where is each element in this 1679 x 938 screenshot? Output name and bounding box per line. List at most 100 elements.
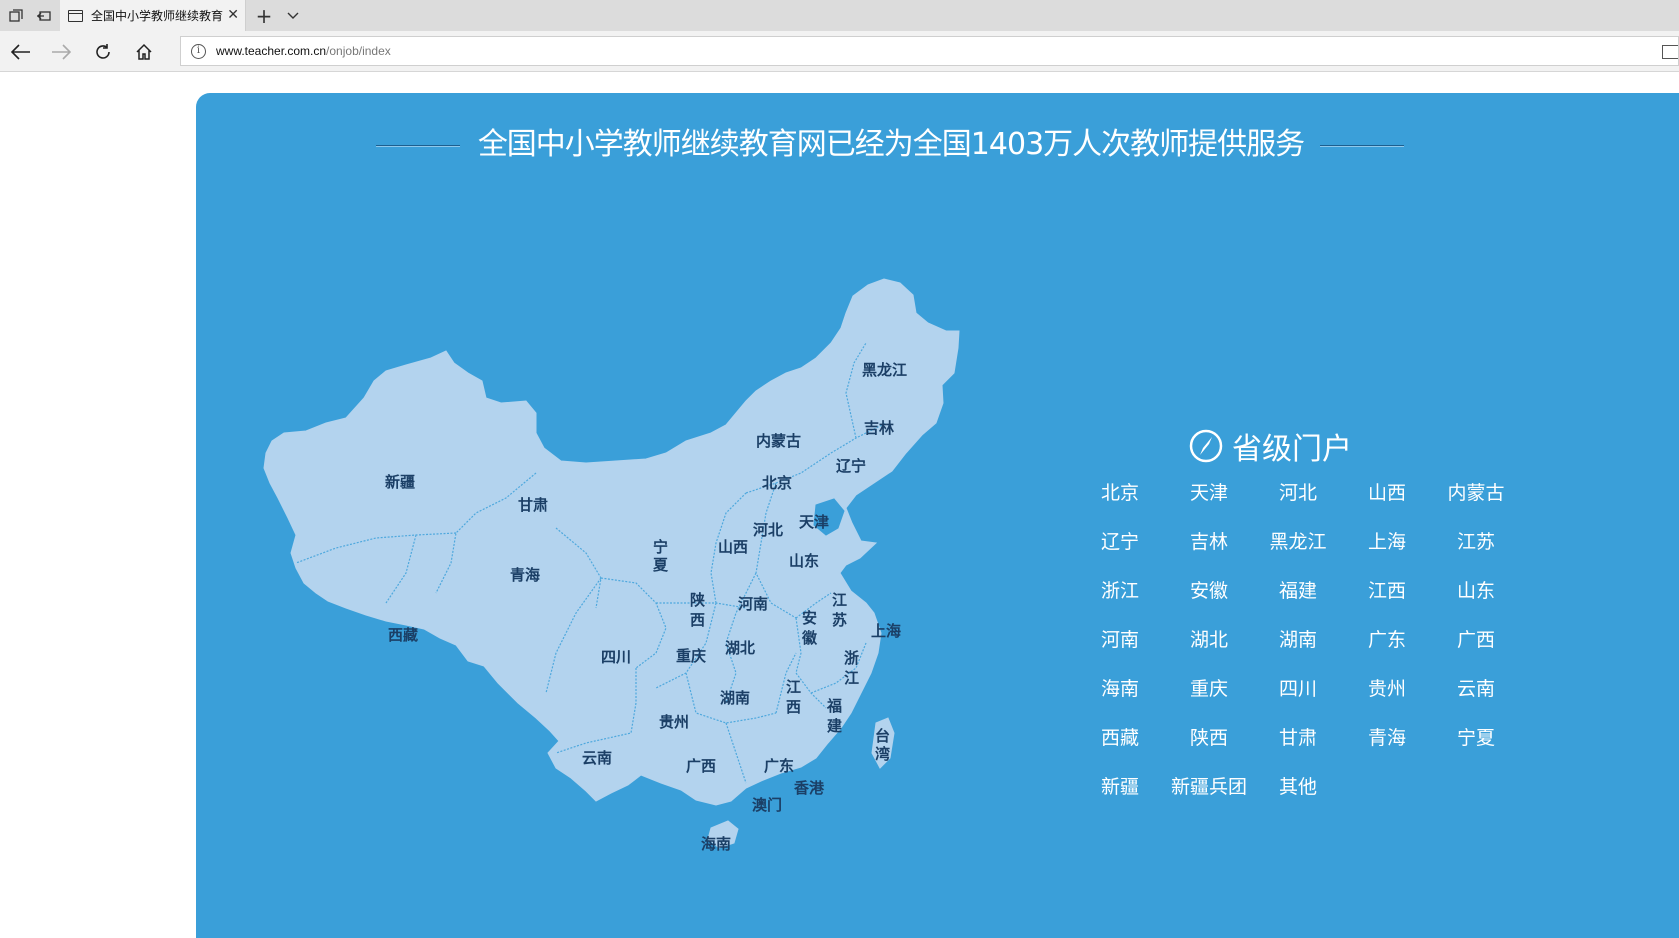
- back-arrow-icon[interactable]: [6, 38, 36, 66]
- province-link[interactable]: 山东: [1432, 579, 1520, 603]
- province-link[interactable]: 江苏: [1432, 530, 1520, 554]
- map-label-henan[interactable]: 河南: [738, 595, 768, 613]
- province-link[interactable]: 上海: [1343, 530, 1431, 554]
- map-label-heilongjiang[interactable]: 黑龙江: [862, 361, 907, 379]
- province-link[interactable]: 安徽: [1165, 579, 1253, 603]
- province-link[interactable]: 天津: [1165, 481, 1253, 505]
- new-tab-icon[interactable]: +: [250, 4, 278, 28]
- map-label-fujian-2[interactable]: 建: [827, 717, 843, 735]
- province-link[interactable]: 浙江: [1076, 579, 1164, 603]
- provincial-portal-header: 省级门户: [1188, 426, 1352, 467]
- info-icon[interactable]: i: [191, 43, 206, 59]
- province-link[interactable]: 青海: [1343, 726, 1431, 750]
- province-link[interactable]: 北京: [1076, 481, 1164, 505]
- map-label-chongqing[interactable]: 重庆: [676, 647, 706, 665]
- province-link[interactable]: 新疆兵团: [1165, 775, 1253, 799]
- url-host: www.teacher.com.cn: [216, 44, 327, 58]
- map-landmass: [263, 278, 960, 806]
- map-label-taiwan-1[interactable]: 台: [875, 727, 890, 745]
- province-link[interactable]: 湖南: [1254, 628, 1342, 652]
- tab-manager-icon[interactable]: [2, 4, 30, 28]
- province-link[interactable]: 吉林: [1165, 530, 1253, 554]
- province-link[interactable]: 河南: [1076, 628, 1164, 652]
- map-label-ningxia-1[interactable]: 宁: [653, 538, 668, 556]
- province-link[interactable]: 四川: [1254, 677, 1342, 701]
- map-label-zhejiang-1[interactable]: 浙: [844, 649, 859, 667]
- province-link[interactable]: 甘肃: [1254, 726, 1342, 750]
- map-label-sichuan[interactable]: 四川: [601, 648, 631, 666]
- map-label-hubei[interactable]: 湖北: [725, 639, 755, 657]
- province-link[interactable]: 其他: [1254, 775, 1342, 799]
- map-label-hebei[interactable]: 河北: [753, 521, 783, 539]
- map-label-xizang[interactable]: 西藏: [388, 626, 418, 644]
- map-label-fujian-1[interactable]: 福: [826, 697, 842, 715]
- province-link[interactable]: 内蒙古: [1432, 481, 1520, 505]
- province-link[interactable]: 新疆: [1076, 775, 1164, 799]
- province-link[interactable]: 宁夏: [1432, 726, 1520, 750]
- province-link[interactable]: 黑龙江: [1254, 530, 1342, 554]
- map-label-zhejiang-2[interactable]: 江: [844, 669, 859, 687]
- map-label-tianjin[interactable]: 天津: [799, 513, 829, 531]
- headline-divider-left: [376, 145, 460, 147]
- map-label-liaoning[interactable]: 辽宁: [836, 457, 866, 475]
- map-label-anhui-1[interactable]: 安: [802, 609, 817, 627]
- map-label-guangdong[interactable]: 广东: [764, 757, 794, 775]
- map-label-anhui-2[interactable]: 徽: [801, 629, 818, 647]
- map-label-gansu[interactable]: 甘肃: [518, 496, 548, 514]
- map-label-qinghai[interactable]: 青海: [510, 566, 540, 584]
- map-label-jiangxi-1[interactable]: 江: [786, 678, 801, 696]
- map-label-shaanxi-1[interactable]: 陕: [690, 591, 705, 609]
- province-link[interactable]: 西藏: [1076, 726, 1164, 750]
- province-link[interactable]: 江西: [1343, 579, 1431, 603]
- reading-view-icon[interactable]: [1662, 45, 1678, 59]
- portal-panel: 全国中小学教师继续教育网已经为全国1403万人次教师提供服务 黑龙江 吉林 辽宁…: [196, 93, 1679, 938]
- address-bar[interactable]: i www.teacher.com.cn /onjob/index: [180, 36, 1679, 66]
- map-label-jilin[interactable]: 吉林: [864, 419, 895, 437]
- map-label-guizhou[interactable]: 贵州: [659, 713, 689, 731]
- browser-nav-bar: i www.teacher.com.cn /onjob/index: [0, 31, 1679, 72]
- map-label-aomen[interactable]: 澳门: [752, 796, 782, 814]
- map-label-shanxi[interactable]: 山西: [718, 538, 748, 556]
- refresh-icon[interactable]: [88, 38, 118, 66]
- province-link[interactable]: 河北: [1254, 481, 1342, 505]
- set-aside-tabs-icon[interactable]: [30, 4, 58, 28]
- map-label-xianggang[interactable]: 香港: [794, 779, 825, 797]
- map-label-beijing[interactable]: 北京: [762, 474, 792, 492]
- map-label-jiangsu-2[interactable]: 苏: [832, 611, 847, 629]
- map-label-hainan[interactable]: 海南: [701, 835, 731, 853]
- map-label-xinjiang[interactable]: 新疆: [385, 473, 415, 491]
- province-link[interactable]: 贵州: [1343, 677, 1431, 701]
- compass-icon: [1189, 429, 1223, 463]
- map-label-taiwan-2[interactable]: 湾: [875, 745, 890, 763]
- map-label-ningxia-2[interactable]: 夏: [652, 556, 669, 574]
- province-link[interactable]: 广西: [1432, 628, 1520, 652]
- province-link[interactable]: 湖北: [1165, 628, 1253, 652]
- map-label-jiangxi-2[interactable]: 西: [786, 698, 801, 716]
- china-map[interactable]: 黑龙江 吉林 辽宁 内蒙古 北京 天津 河北 山西 山东 宁 夏 甘肃 新疆 青…: [256, 273, 976, 873]
- province-link[interactable]: 辽宁: [1076, 530, 1164, 554]
- url-path: /onjob/index: [326, 44, 391, 58]
- map-label-shaanxi-2[interactable]: 西: [690, 611, 705, 629]
- map-label-neimenggu[interactable]: 内蒙古: [756, 432, 801, 450]
- province-link[interactable]: 重庆: [1165, 677, 1253, 701]
- home-icon[interactable]: [129, 38, 159, 66]
- province-link[interactable]: 海南: [1076, 677, 1164, 701]
- province-link[interactable]: 广东: [1343, 628, 1431, 652]
- map-label-shanghai[interactable]: 上海: [871, 622, 901, 640]
- tab-title: 全国中小学教师继续教育: [91, 9, 224, 23]
- map-label-shandong[interactable]: 山东: [789, 552, 819, 570]
- forward-arrow-icon[interactable]: [46, 38, 76, 66]
- close-icon[interactable]: ✕: [227, 7, 239, 23]
- headline-row: 全国中小学教师继续教育网已经为全国1403万人次教师提供服务: [196, 123, 1586, 167]
- chevron-down-icon[interactable]: [279, 4, 307, 28]
- province-link[interactable]: 陕西: [1165, 726, 1253, 750]
- province-link[interactable]: 山西: [1343, 481, 1431, 505]
- map-label-yunnan[interactable]: 云南: [582, 749, 612, 767]
- portal-title: 省级门户: [1232, 432, 1352, 467]
- province-link[interactable]: 云南: [1432, 677, 1520, 701]
- map-label-hunan[interactable]: 湖南: [720, 689, 750, 707]
- browser-tab[interactable]: 全国中小学教师继续教育 ✕: [60, 0, 246, 31]
- province-link[interactable]: 福建: [1254, 579, 1342, 603]
- map-label-guangxi[interactable]: 广西: [686, 757, 716, 775]
- map-label-jiangsu-1[interactable]: 江: [832, 591, 847, 609]
